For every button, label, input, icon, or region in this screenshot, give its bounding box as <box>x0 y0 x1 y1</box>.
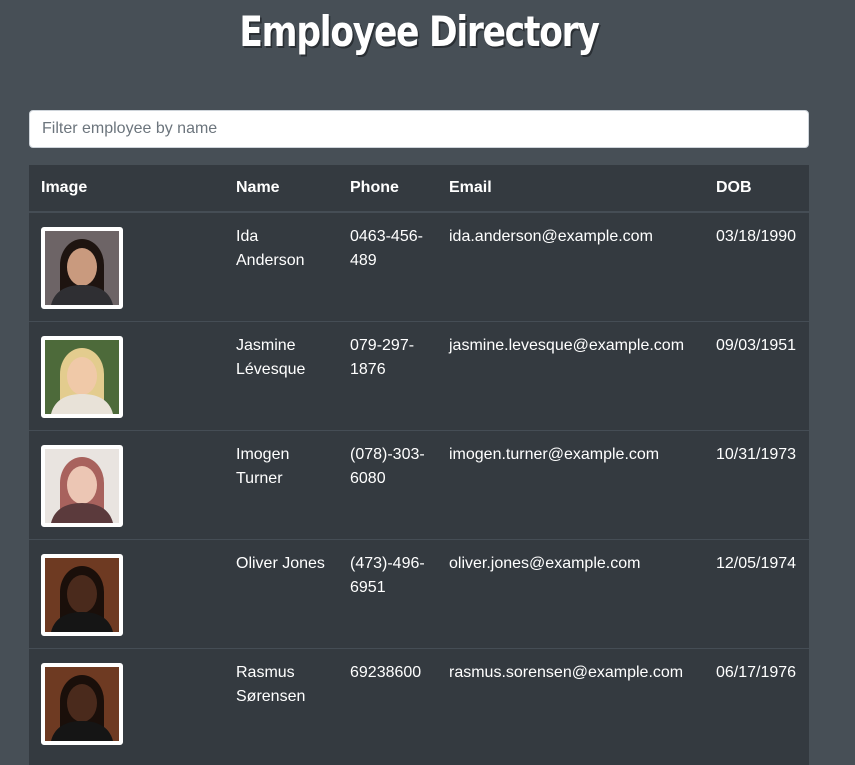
table-row: Ida Anderson 0463-456-489 ida.anderson@exa… <box>29 212 809 322</box>
column-header-image[interactable]: Image <box>29 165 224 213</box>
cell-image <box>29 321 224 431</box>
cell-name: Rasmus Sørensen <box>224 648 338 757</box>
table-header: Image Name Phone Email DOB <box>29 165 809 213</box>
cell-phone: (078)-303-6080 <box>338 430 437 540</box>
column-header-email[interactable]: Email <box>437 165 704 213</box>
employee-photo <box>41 227 123 309</box>
column-header-dob[interactable]: DOB <box>704 165 809 213</box>
employee-table-container: Image Name Phone Email DOB Ida Anderson 0… <box>29 165 809 765</box>
table-row: Imogen Turner (078)-303-6080 imogen.turner… <box>29 430 809 540</box>
cell-name: Imogen Turner <box>224 430 338 540</box>
table-row: Rasmus Sørensen 69238600 rasmus.sorensen@e… <box>29 648 809 757</box>
employee-photo <box>41 554 123 636</box>
cell-name: Oliver Jones <box>224 539 338 649</box>
cell-dob: 12/05/1974 <box>704 539 809 649</box>
cell-dob: 06/17/1976 <box>704 648 809 757</box>
employee-table: Image Name Phone Email DOB Ida Anderson 0… <box>29 165 809 757</box>
column-header-name[interactable]: Name <box>224 165 338 213</box>
employee-photo <box>41 663 123 745</box>
cell-email: jasmine.levesque@example.com <box>437 321 704 431</box>
employee-photo <box>41 336 123 418</box>
cell-phone: 69238600 <box>338 648 437 757</box>
column-header-phone[interactable]: Phone <box>338 165 437 213</box>
cell-name: Jasmine Lévesque <box>224 321 338 431</box>
cell-email: imogen.turner@example.com <box>437 430 704 540</box>
search-input[interactable] <box>29 110 809 148</box>
cell-name: Ida Anderson <box>236 228 305 269</box>
cell-dob: 10/31/1973 <box>704 430 809 540</box>
cell-dob: 03/18/1990 <box>716 228 797 245</box>
table-row: Oliver Jones (473)-496-6951 oliver.jones@e… <box>29 539 809 649</box>
cell-image <box>29 539 224 649</box>
cell-phone: 079-297-1876 <box>338 321 437 431</box>
cell-image <box>29 430 224 540</box>
cell-phone: (473)-496-6951 <box>338 539 437 649</box>
cell-email: oliver.jones@example.com <box>437 539 704 649</box>
cell-image <box>29 212 224 322</box>
cell-image <box>29 648 224 757</box>
employee-photo <box>41 445 123 527</box>
table-row: Jasmine Lévesque 079-297-1876 jasmine.leve… <box>29 321 809 431</box>
cell-email: ida.anderson@example.com <box>449 228 653 245</box>
cell-phone: 0463-456-489 <box>350 228 423 269</box>
cell-email: rasmus.sorensen@example.com <box>437 648 704 757</box>
page-title: Employee Directory <box>239 7 599 56</box>
cell-dob: 09/03/1951 <box>704 321 809 431</box>
table-body: Ida Anderson 0463-456-489 ida.anderson@exa… <box>29 212 809 757</box>
